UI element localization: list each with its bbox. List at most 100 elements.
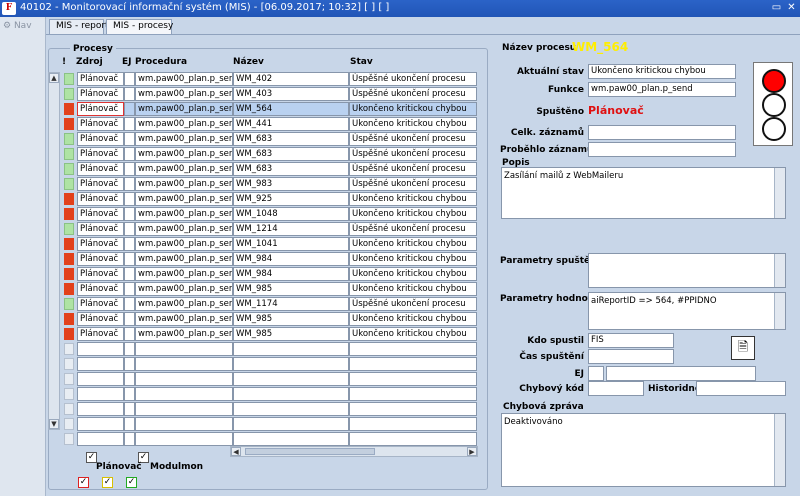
- tab-mis-procesy[interactable]: MIS - procesy: [106, 19, 173, 35]
- cell-stav[interactable]: [349, 417, 477, 431]
- tab-mis-reporty[interactable]: MIS - reporty: [49, 19, 114, 34]
- grid-vertical-scrollbar[interactable]: ▲ ▼: [48, 72, 60, 430]
- cell-ej[interactable]: [124, 72, 135, 86]
- cell-stav[interactable]: Úspěšné ukončení procesu: [349, 162, 477, 176]
- cell-nazev[interactable]: [233, 387, 349, 401]
- cell-ej[interactable]: [124, 387, 135, 401]
- cell-ej[interactable]: [124, 132, 135, 146]
- table-row[interactable]: Plánovač wm.paw00_plan.p_send WM_984 Ukonče…: [64, 252, 477, 267]
- cell-ej[interactable]: [124, 177, 135, 191]
- restore-icon[interactable]: ▭: [770, 2, 783, 14]
- popis-scrollbar[interactable]: [774, 168, 785, 218]
- table-row[interactable]: [64, 342, 477, 357]
- cell-stav[interactable]: Ukončeno kritickou chybou: [349, 282, 477, 296]
- cell-procedura[interactable]: wm.paw00_plan.p_send: [135, 192, 233, 206]
- cell-nazev[interactable]: WM_683: [233, 147, 349, 161]
- chybova-zprava-textarea[interactable]: Deaktivováno: [501, 413, 786, 487]
- table-row[interactable]: Plánovač wm.paw00_plan.p_send WM_683 Úspěšn…: [64, 147, 477, 162]
- cell-procedura[interactable]: wm.paw00_plan.p_send: [135, 252, 233, 266]
- cell-stav[interactable]: [349, 342, 477, 356]
- cell-zdroj[interactable]: Plánovač: [77, 252, 124, 266]
- scroll-thumb[interactable]: [245, 448, 375, 455]
- table-row[interactable]: [64, 357, 477, 372]
- cell-zdroj[interactable]: Plánovač: [77, 87, 124, 101]
- cell-stav[interactable]: Úspěšné ukončení procesu: [349, 222, 477, 236]
- cell-ej[interactable]: [124, 192, 135, 206]
- table-row[interactable]: Plánovač wm.paw00_plan.p_send WM_985 Ukonče…: [64, 327, 477, 342]
- cell-zdroj[interactable]: [77, 342, 124, 356]
- probehlo-zaznamu-field[interactable]: [588, 142, 736, 157]
- cell-ej[interactable]: [124, 237, 135, 251]
- cell-stav[interactable]: Úspěšné ukončení procesu: [349, 72, 477, 86]
- cell-stav[interactable]: [349, 387, 477, 401]
- table-row[interactable]: [64, 372, 477, 387]
- table-row[interactable]: Plánovač wm.paw00_plan.p_send WM_1174 Úspěš…: [64, 297, 477, 312]
- cell-nazev[interactable]: WM_984: [233, 252, 349, 266]
- cell-procedura[interactable]: [135, 432, 233, 446]
- cell-ej[interactable]: [124, 402, 135, 416]
- scroll-down-icon[interactable]: ▼: [49, 419, 59, 429]
- cell-ej[interactable]: [124, 147, 135, 161]
- cell-nazev[interactable]: [233, 402, 349, 416]
- cell-ej[interactable]: [124, 432, 135, 446]
- cell-nazev[interactable]: [233, 342, 349, 356]
- cell-procedura[interactable]: [135, 342, 233, 356]
- cell-ej[interactable]: [124, 417, 135, 431]
- cell-procedura[interactable]: wm.paw00_plan.p_send: [135, 87, 233, 101]
- cell-nazev[interactable]: WM_985: [233, 312, 349, 326]
- cell-ej[interactable]: [124, 357, 135, 371]
- cell-stav[interactable]: Úspěšné ukončení procesu: [349, 147, 477, 161]
- cell-procedura[interactable]: wm.paw00_plan.p_send: [135, 102, 233, 116]
- celk-zaznamu-field[interactable]: [588, 125, 736, 140]
- cell-zdroj[interactable]: Plánovač: [77, 312, 124, 326]
- cell-zdroj[interactable]: Plánovač: [77, 297, 124, 311]
- table-row[interactable]: [64, 432, 477, 447]
- cell-ej[interactable]: [124, 372, 135, 386]
- table-row[interactable]: [64, 387, 477, 402]
- historidno-field[interactable]: [696, 381, 786, 396]
- filter-red-checkbox[interactable]: ✓: [78, 477, 89, 488]
- cell-procedura[interactable]: wm.paw00_plan.p_send: [135, 162, 233, 176]
- cell-zdroj[interactable]: Plánovač: [77, 207, 124, 221]
- cell-procedura[interactable]: wm.paw00_plan.p_send: [135, 222, 233, 236]
- cell-nazev[interactable]: WM_441: [233, 117, 349, 131]
- cell-ej[interactable]: [124, 252, 135, 266]
- cell-zdroj[interactable]: Plánovač: [77, 72, 124, 86]
- cell-zdroj[interactable]: [77, 372, 124, 386]
- cell-ej[interactable]: [124, 282, 135, 296]
- cell-zdroj[interactable]: [77, 402, 124, 416]
- cell-ej[interactable]: [124, 87, 135, 101]
- cell-nazev[interactable]: WM_1174: [233, 297, 349, 311]
- cell-nazev[interactable]: WM_984: [233, 267, 349, 281]
- cell-procedura[interactable]: wm.paw00_plan.p_send: [135, 282, 233, 296]
- cell-procedura[interactable]: wm.paw00_plan.p_send: [135, 327, 233, 341]
- chybovy-kod-field[interactable]: [588, 381, 644, 396]
- filter-yellow-checkbox[interactable]: ✓: [102, 477, 113, 488]
- cell-stav[interactable]: Ukončeno kritickou chybou: [349, 252, 477, 266]
- cell-nazev[interactable]: WM_683: [233, 162, 349, 176]
- cell-ej[interactable]: [124, 297, 135, 311]
- cell-zdroj[interactable]: Plánovač: [77, 237, 124, 251]
- cell-procedura[interactable]: [135, 402, 233, 416]
- cell-nazev[interactable]: WM_1214: [233, 222, 349, 236]
- cell-nazev[interactable]: [233, 432, 349, 446]
- cell-nazev[interactable]: [233, 357, 349, 371]
- cell-nazev[interactable]: WM_1041: [233, 237, 349, 251]
- cell-stav[interactable]: Ukončeno kritickou chybou: [349, 102, 477, 116]
- cell-nazev[interactable]: WM_983: [233, 177, 349, 191]
- cell-procedura[interactable]: wm.paw00_plan.p_send: [135, 177, 233, 191]
- cell-stav[interactable]: Ukončeno kritickou chybou: [349, 117, 477, 131]
- cell-stav[interactable]: Úspěšné ukončení procesu: [349, 297, 477, 311]
- funkce-field[interactable]: wm.paw00_plan.p_send: [588, 82, 736, 97]
- cell-procedura[interactable]: wm.paw00_plan.p_send: [135, 207, 233, 221]
- cell-zdroj[interactable]: Plánovač: [77, 327, 124, 341]
- cell-stav[interactable]: Úspěšné ukončení procesu: [349, 132, 477, 146]
- cell-zdroj[interactable]: Plánovač: [77, 162, 124, 176]
- cell-procedura[interactable]: wm.paw00_plan.p_send: [135, 132, 233, 146]
- grid-horizontal-scrollbar[interactable]: ◀ ▶: [230, 446, 478, 457]
- table-row[interactable]: Plánovač wm.paw00_plan.p_send WM_983 Úspěšn…: [64, 177, 477, 192]
- cell-ej[interactable]: [124, 342, 135, 356]
- cell-nazev[interactable]: [233, 417, 349, 431]
- cell-stav[interactable]: Ukončeno kritickou chybou: [349, 267, 477, 281]
- cell-procedura[interactable]: [135, 372, 233, 386]
